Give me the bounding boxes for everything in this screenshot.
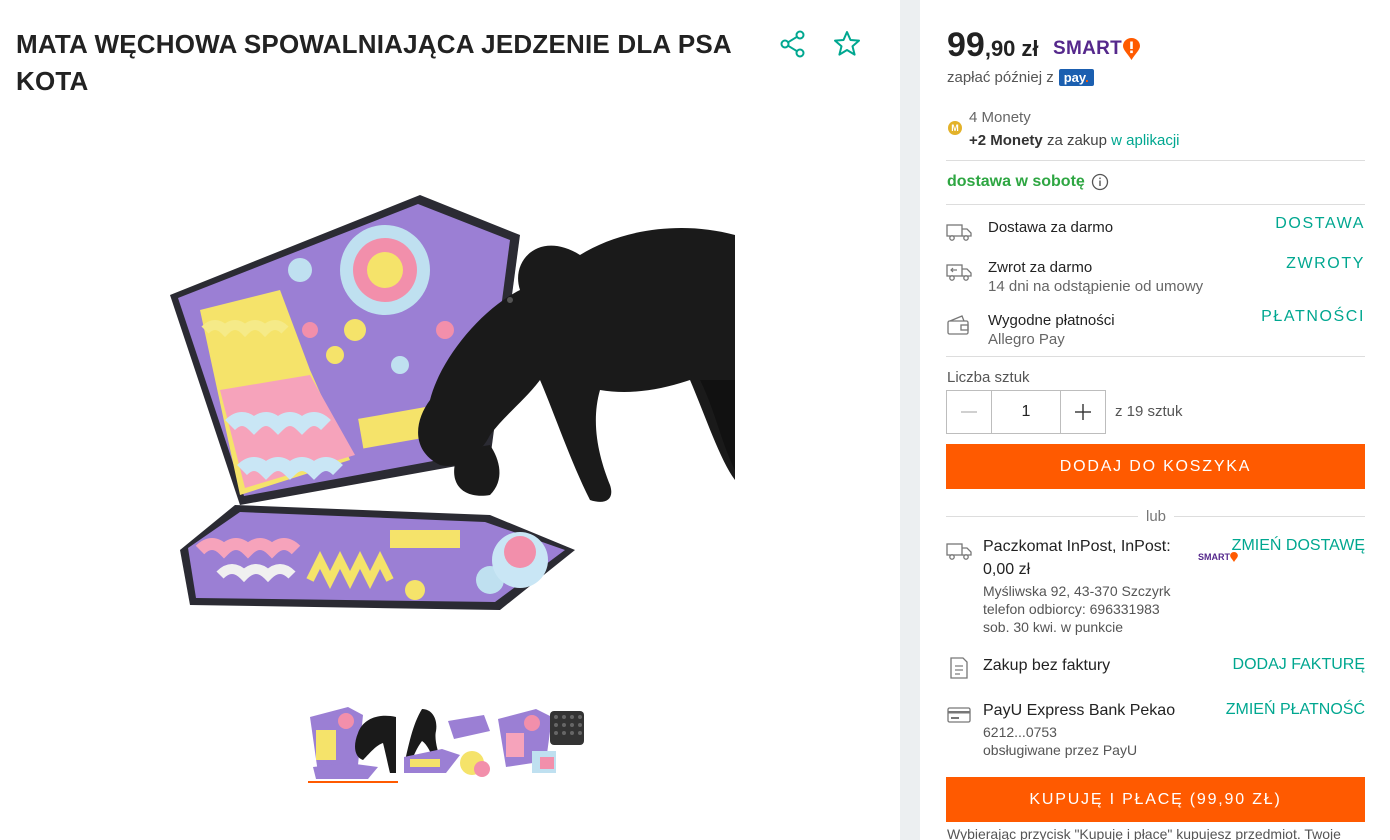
info-icon[interactable] — [1091, 173, 1109, 191]
delivery-date: sob. 30 kwi. w punkcie — [983, 619, 1124, 635]
divider — [946, 160, 1365, 161]
price-integer: 99 — [947, 26, 985, 64]
quantity-available: z 19 sztuk — [1115, 403, 1183, 420]
add-to-cart-button[interactable]: DODAJ DO KOSZYKA — [946, 444, 1365, 489]
invoice-status: Zakup bez faktury — [983, 657, 1111, 674]
delivery-day: dostawa w sobotę — [947, 173, 1109, 191]
return-truck-icon — [946, 264, 972, 281]
coins-bonus: +2 Monety za zakup w aplikacji — [969, 132, 1180, 149]
thumbnail-3[interactable] — [496, 705, 586, 783]
increase-button[interactable] — [1061, 391, 1105, 433]
document-icon — [950, 657, 968, 679]
product-title: MATA WĘCHOWA SPOWALNIAJĄCA JEDZENIE DLA … — [16, 29, 731, 96]
price-decimal: ,90 — [984, 36, 1016, 61]
divider — [946, 356, 1365, 357]
credit-card-icon — [947, 707, 971, 723]
pay-later: zapłać później z pay. — [947, 69, 1094, 86]
delivery-address: Myśliwska 92, 43-370 Szczyrk — [983, 583, 1171, 599]
payments-link[interactable]: PŁATNOŚCI — [1261, 308, 1365, 326]
thumbnail-2[interactable] — [402, 705, 492, 783]
feature-subtitle: Allegro Pay — [988, 331, 1065, 348]
smart-mini-label: SMART — [1198, 552, 1230, 562]
wallet-icon — [947, 315, 969, 335]
buy-now-button[interactable]: KUPUJĘ I PŁACĘ (99,90 ZŁ) — [946, 777, 1365, 822]
favorite-star-icon[interactable] — [831, 28, 863, 60]
smart-badge[interactable]: SMART — [1053, 38, 1141, 60]
delivery-method-title: Paczkomat InPost, InPost: — [983, 538, 1171, 555]
truck-icon — [946, 224, 972, 241]
price-currency: zł — [1021, 36, 1039, 61]
plus-icon — [1075, 404, 1091, 420]
product-main-image[interactable] — [160, 180, 740, 620]
feature-subtitle: 14 dni na odstąpienie od umowy — [988, 278, 1204, 295]
delivery-method-price: 0,00 zł — [983, 561, 1031, 578]
price: 99 ,90 zł — [947, 26, 1039, 65]
quantity-stepper: 1 — [946, 390, 1106, 434]
decrease-button[interactable] — [947, 391, 991, 433]
smart-label: SMART — [1053, 38, 1123, 59]
payment-card-number: 6212...0753 — [983, 724, 1057, 740]
payment-provider: obsługiwane przez PayU — [983, 742, 1138, 758]
returns-link[interactable]: ZWROTY — [1286, 255, 1365, 273]
app-link[interactable]: w aplikacji — [1111, 132, 1179, 149]
divider — [946, 204, 1365, 205]
share-icon[interactable] — [777, 28, 809, 60]
coins-bonus-text: za zakup — [1042, 132, 1112, 149]
feature-title: Wygodne płatności — [988, 312, 1115, 329]
quantity-input[interactable]: 1 — [991, 391, 1061, 433]
column-divider — [900, 0, 920, 840]
purchase-disclaimer: Wybierając przycisk "Kupuję i płacę" kup… — [947, 826, 1341, 840]
product-panel: MATA WĘCHOWA SPOWALNIAJĄCA JEDZENIE DLA … — [0, 0, 900, 840]
delivery-day-text: dostawa w sobotę — [947, 173, 1085, 190]
buy-box: 99 ,90 zł SMART zapłać później z pay. M … — [920, 0, 1390, 840]
coin-icon: M — [948, 121, 962, 135]
change-payment-link[interactable]: ZMIEŃ PŁATNOŚĆ — [1226, 701, 1365, 719]
quantity-label: Liczba sztuk — [947, 369, 1030, 386]
delivery-phone: telefon odbiorcy: 696331983 — [983, 601, 1160, 617]
payment-method-title: PayU Express Bank Pekao — [983, 702, 1176, 719]
or-separator: lub — [1138, 508, 1175, 525]
feature-title: Dostawa za darmo — [988, 219, 1114, 236]
payu-logo-text: pay — [1063, 70, 1086, 85]
add-invoice-link[interactable]: DODAJ FAKTURĘ — [1233, 656, 1365, 674]
smart-exclamation-icon — [1123, 38, 1141, 60]
payu-logo-dot: . — [1085, 70, 1089, 85]
thumbnail-1[interactable] — [308, 705, 398, 783]
thumbnail-strip — [308, 705, 586, 783]
pay-later-text: zapłać później z — [947, 69, 1054, 86]
coins-count: 4 Monety — [969, 109, 1031, 126]
payu-logo: pay. — [1058, 69, 1094, 86]
coins-bonus-amount: +2 Monety — [969, 132, 1043, 149]
minus-icon — [961, 411, 977, 413]
change-delivery-link[interactable]: ZMIEŃ DOSTAWĘ — [1232, 537, 1365, 555]
truck-icon — [946, 543, 972, 560]
feature-title: Zwrot za darmo — [988, 259, 1093, 276]
delivery-link[interactable]: DOSTAWA — [1275, 215, 1365, 233]
